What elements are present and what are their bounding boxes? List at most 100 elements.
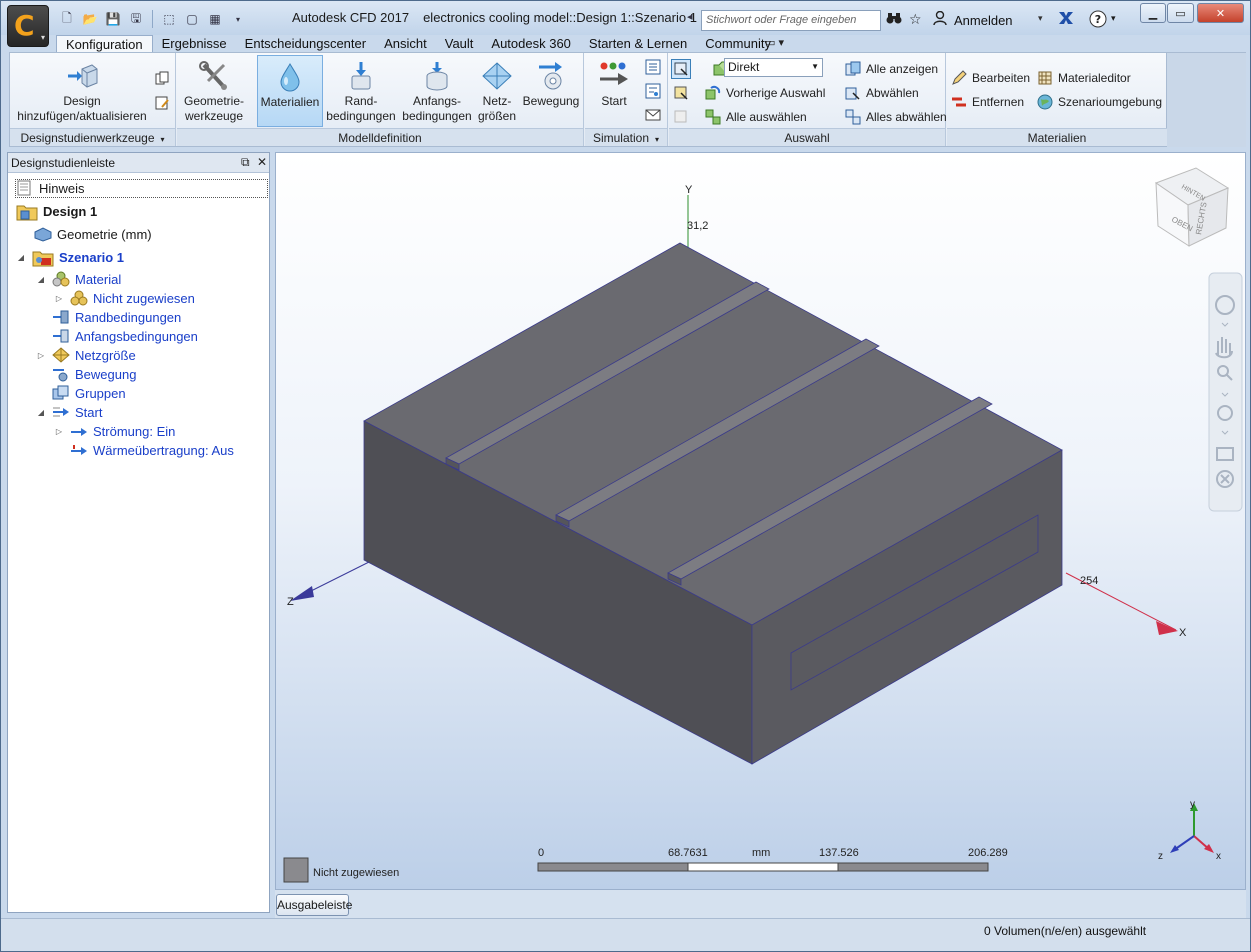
select-volume-icon[interactable] <box>671 59 691 79</box>
tab-ansicht[interactable]: Ansicht <box>375 35 436 53</box>
navigation-bar[interactable] <box>1208 272 1243 512</box>
water-drop-icon <box>280 63 300 92</box>
collapse-icon[interactable]: ◢ <box>36 275 46 284</box>
tree-start[interactable]: ◢ Start <box>36 404 103 420</box>
tree-geometry[interactable]: Geometrie (mm) <box>34 226 152 242</box>
search-input[interactable]: Stichwort oder Frage eingeben <box>701 10 881 31</box>
boundary-conditions-button[interactable]: Rand- bedingungen <box>325 55 397 127</box>
app-menu-dropdown-icon: ▾ <box>40 33 45 42</box>
motion-label: Bewegung <box>522 94 580 108</box>
tree-start-label: Start <box>75 404 103 420</box>
tree-initial-conditions[interactable]: Anfangsbedingungen <box>52 328 198 344</box>
show-all-button[interactable]: Alle anzeigen <box>845 61 938 77</box>
tree-groups[interactable]: Gruppen <box>52 385 126 401</box>
float-panel-icon[interactable]: ⧉ <box>241 155 250 170</box>
panel-label-simulation[interactable]: Simulation ▾ <box>585 128 667 146</box>
collapse-icon[interactable]: ◢ <box>36 408 46 417</box>
ribbon-tabs: Konfiguration Ergebnisse Entscheidungsce… <box>56 35 780 53</box>
remove-material-button[interactable]: Entfernen <box>951 94 1024 110</box>
geometry-tools-button[interactable]: Geometrie- werkzeuge <box>179 55 249 127</box>
user-icon[interactable] <box>933 10 947 29</box>
expand-icon[interactable]: ▷ <box>54 294 64 303</box>
tree-heat-transfer[interactable]: Wärmeübertragung: Aus <box>70 442 234 458</box>
tab-konfiguration[interactable]: Konfiguration <box>56 35 153 53</box>
exchange-icon[interactable] <box>1058 10 1074 29</box>
tab-ergebnisse[interactable]: Ergebnisse <box>153 35 236 53</box>
globe-icon <box>1037 94 1053 110</box>
customize-dropdown-icon[interactable]: ▾ <box>228 10 248 28</box>
tree-design-1[interactable]: Design 1 <box>16 203 98 221</box>
tree-unassigned[interactable]: ▷ Nicht zugewiesen <box>54 290 195 306</box>
tree-scenario-1[interactable]: ◢ Szenario 1 <box>16 249 124 267</box>
solver-list-icon[interactable] <box>645 83 661 99</box>
expand-icon[interactable]: ▷ <box>36 351 46 360</box>
tree-hint[interactable]: Hinweis <box>16 180 85 196</box>
tree-material-label: Material <box>75 271 122 287</box>
start-simulation-button[interactable]: Start <box>589 55 639 127</box>
tree-mesh-size[interactable]: ▷ Netzgröße <box>36 347 136 363</box>
new-file-icon[interactable]: 🗋 <box>57 10 77 28</box>
application-menu-button[interactable]: C ▾ <box>7 5 49 47</box>
ribbon-options-dropdown[interactable]: ▭ ▾ <box>765 36 784 49</box>
model-canvas[interactable]: Y 31,2 X 254 Z OBEN RECHTS HINTEN Nicht … <box>276 153 1246 890</box>
select-edge-icon[interactable] <box>673 109 689 125</box>
deselect-button[interactable]: Abwählen <box>845 85 919 101</box>
signin-link[interactable]: Anmelden <box>954 13 1013 28</box>
select-surface-icon[interactable] <box>673 85 689 101</box>
tree-design-1-label: Design 1 <box>43 203 98 219</box>
material-editor-button[interactable]: Materialeditor <box>1037 70 1131 86</box>
email-icon[interactable] <box>645 107 661 123</box>
output-bar-button[interactable]: Ausgabeleiste <box>276 894 352 916</box>
initial-conditions-button[interactable]: Anfangs- bedingungen <box>401 55 473 127</box>
tree-material[interactable]: ◢ Material <box>36 271 121 287</box>
copy-design-icon[interactable] <box>154 71 170 87</box>
select-all-button[interactable]: Alle auswählen <box>705 109 807 125</box>
tab-entscheidungscenter[interactable]: Entscheidungscenter <box>236 35 375 53</box>
motion-button[interactable]: Bewegung <box>521 55 581 127</box>
tab-starten-lernen[interactable]: Starten & Lernen <box>580 35 696 53</box>
quick-access-toolbar: 🗋 📂 💾 🖫 ⬚ ▢ ▦ ▾ <box>57 10 248 28</box>
mesh-sizes-button[interactable]: Netz- größen <box>477 55 517 127</box>
panel-label-auswahl: Auswahl <box>669 128 945 146</box>
materials-button[interactable]: Materialien <box>257 55 323 127</box>
save-icon[interactable]: 💾 <box>103 10 123 28</box>
view-cube-icon[interactable]: ▢ <box>182 10 202 28</box>
signin-dropdown-icon[interactable]: ▾ <box>1038 13 1043 24</box>
expand-icon[interactable]: ▷ <box>54 427 64 436</box>
tab-autodesk-360[interactable]: Autodesk 360 <box>482 35 580 53</box>
search-expand-icon[interactable]: ◂ <box>687 10 693 23</box>
collapse-icon[interactable]: ◢ <box>16 253 26 262</box>
design-update-button[interactable]: Design hinzufügen/aktualisieren <box>12 55 152 127</box>
tab-vault[interactable]: Vault <box>436 35 483 53</box>
maximize-button[interactable]: ▭ <box>1167 3 1194 23</box>
remove-icon <box>951 94 967 110</box>
panel-label-design[interactable]: Designstudienwerkzeuge ▾ <box>10 128 175 146</box>
save-as-icon[interactable]: 🖫 <box>126 10 146 28</box>
tree-motion[interactable]: Bewegung <box>52 366 136 382</box>
help-icon[interactable]: ? <box>1089 10 1107 31</box>
scale-bar: 0 68.7631 mm 137.526 206.289 <box>537 847 1008 872</box>
deselect-all-button[interactable]: Alles abwählen <box>845 109 947 125</box>
binoculars-icon[interactable] <box>886 11 902 28</box>
show-all-icon <box>845 61 861 77</box>
initial-conditions-label-2: bedingungen <box>402 109 472 123</box>
select-icon[interactable]: ⬚ <box>159 10 179 28</box>
graphics-viewport[interactable]: Y 31,2 X 254 Z OBEN RECHTS HINTEN Nicht … <box>275 152 1246 890</box>
open-file-icon[interactable]: 📂 <box>80 10 100 28</box>
help-dropdown-icon[interactable]: ▾ <box>1111 13 1116 24</box>
edit-material-button[interactable]: Bearbeiten <box>951 70 1030 86</box>
selection-mode-select[interactable]: Direkt ▼ <box>724 58 823 77</box>
tree-flow[interactable]: ▷ Strömung: Ein <box>54 423 175 439</box>
minimize-button[interactable]: ▁ <box>1140 3 1166 23</box>
task-list-icon[interactable] <box>645 59 661 75</box>
tree-boundary-conditions[interactable]: Randbedingungen <box>52 309 181 325</box>
close-panel-icon[interactable]: ✕ <box>257 155 267 169</box>
scenario-environment-button[interactable]: Szenarioumgebung <box>1037 94 1162 110</box>
star-icon[interactable]: ☆ <box>909 11 922 28</box>
close-button[interactable]: ✕ <box>1197 3 1244 23</box>
table-icon[interactable]: ▦ <box>205 10 225 28</box>
previous-selection-button[interactable]: Vorherige Auswahl <box>705 85 825 101</box>
edit-design-icon[interactable] <box>154 95 170 111</box>
viewcube[interactable]: OBEN RECHTS HINTEN <box>1154 167 1230 247</box>
material-icon <box>52 271 70 287</box>
